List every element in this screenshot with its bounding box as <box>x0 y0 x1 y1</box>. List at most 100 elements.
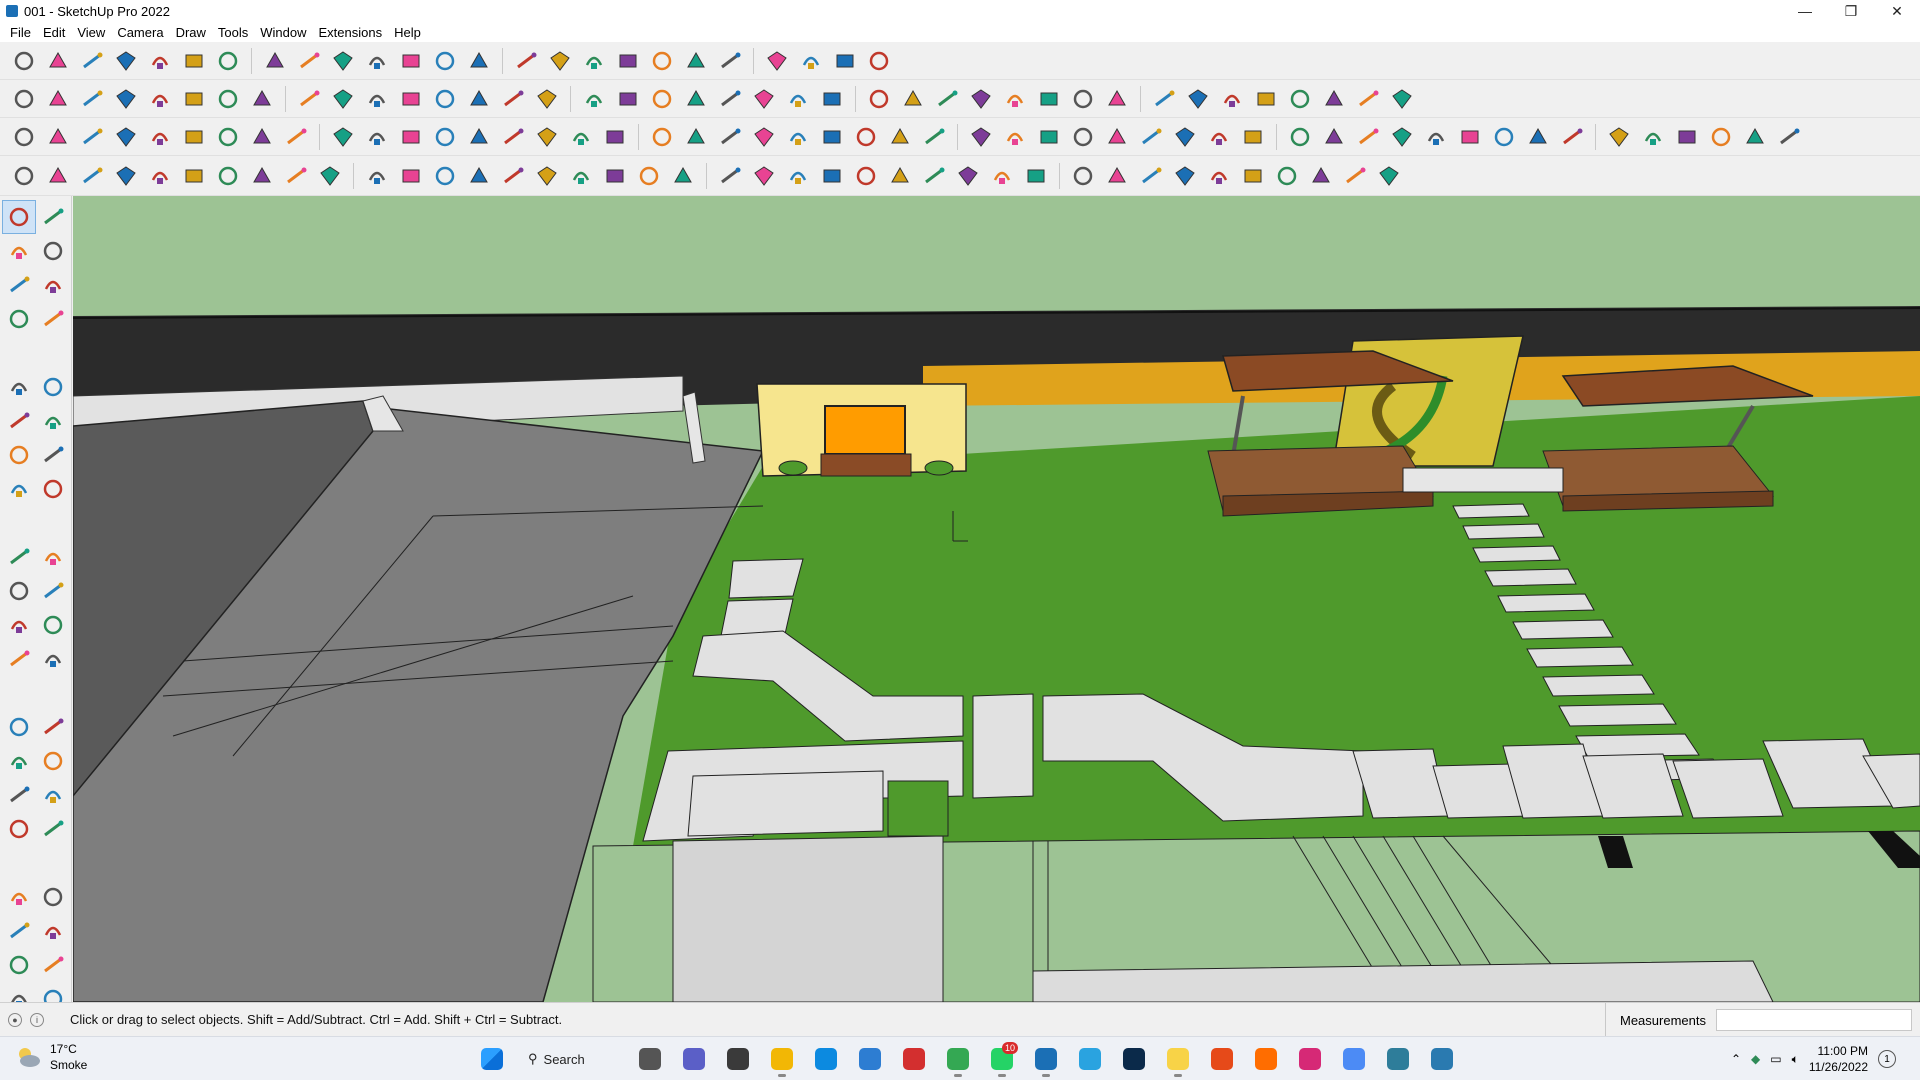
scale-icon[interactable] <box>363 47 391 75</box>
task-view-icon[interactable] <box>632 1041 668 1077</box>
volume-icon[interactable]: 🔈︎ <box>1792 1052 1799 1067</box>
curve-15-icon[interactable] <box>1456 123 1484 151</box>
plugin-20-icon[interactable] <box>669 162 697 190</box>
box-iso-icon[interactable] <box>44 85 72 113</box>
plugin-10-icon[interactable] <box>316 162 344 190</box>
notifications-icon[interactable]: 1 <box>1878 1050 1896 1068</box>
plugin-14-icon[interactable] <box>465 162 493 190</box>
curve-1-icon[interactable] <box>967 123 995 151</box>
plugin-6-icon[interactable] <box>180 162 208 190</box>
extension-icon[interactable] <box>831 47 859 75</box>
box-right-icon[interactable] <box>146 85 174 113</box>
tray-chevron-icon[interactable]: ⌃ <box>1731 1052 1741 1066</box>
two-point-arc-tool-icon[interactable] <box>36 438 70 472</box>
sticky-notes-icon[interactable] <box>1160 1041 1196 1077</box>
curve-17-icon[interactable] <box>1524 123 1552 151</box>
box-back-icon[interactable] <box>180 85 208 113</box>
curve-14-icon[interactable] <box>1422 123 1450 151</box>
teams-icon[interactable] <box>676 1041 712 1077</box>
solid-9-icon[interactable] <box>533 123 561 151</box>
stamp-icon[interactable] <box>1388 85 1416 113</box>
solid-10-icon[interactable] <box>567 123 595 151</box>
eraser-tool-icon[interactable] <box>36 234 70 268</box>
plugin-38-icon[interactable] <box>1307 162 1335 190</box>
plugin-17-icon[interactable] <box>567 162 595 190</box>
geo-2-icon[interactable] <box>78 123 106 151</box>
shape-2-icon[interactable] <box>682 85 710 113</box>
taskbar-search[interactable]: ⚲ Search <box>518 1042 624 1076</box>
plugin-33-icon[interactable] <box>1137 162 1165 190</box>
zoom-extents-icon[interactable] <box>614 47 642 75</box>
menu-edit[interactable]: Edit <box>37 25 71 40</box>
pan-nav-icon[interactable] <box>36 778 70 812</box>
info-icon[interactable]: i <box>30 1012 44 1027</box>
plugin-18-icon[interactable] <box>601 162 629 190</box>
eraser-icon[interactable] <box>78 47 106 75</box>
plugin-21-icon[interactable] <box>716 162 744 190</box>
shape-9-icon[interactable] <box>933 85 961 113</box>
mono-icon[interactable] <box>431 85 459 113</box>
plugin-29-icon[interactable] <box>988 162 1016 190</box>
scale-tool-icon[interactable] <box>2 608 36 642</box>
close-button[interactable]: ✕ <box>1874 0 1920 22</box>
shape-10-icon[interactable] <box>967 85 995 113</box>
arc-tool-icon[interactable] <box>2 438 36 472</box>
curve-13-icon[interactable] <box>1388 123 1416 151</box>
xbox-icon[interactable] <box>1424 1041 1460 1077</box>
sketchup-icon[interactable] <box>1028 1041 1064 1077</box>
shape-3-icon[interactable] <box>716 85 744 113</box>
opera-icon[interactable] <box>896 1041 932 1077</box>
model-viewport[interactable] <box>73 196 1920 1002</box>
shape-6-icon[interactable] <box>818 85 846 113</box>
line-icon[interactable] <box>112 47 140 75</box>
geolocation-icon[interactable]: ● <box>8 1012 22 1027</box>
views-icon[interactable] <box>10 85 38 113</box>
pencil-red-icon[interactable] <box>614 85 642 113</box>
scenes-icon[interactable] <box>763 47 791 75</box>
menu-draw[interactable]: Draw <box>170 25 212 40</box>
paint-bucket-icon[interactable] <box>465 47 493 75</box>
calculator-icon[interactable] <box>720 1041 756 1077</box>
plugin-7-icon[interactable] <box>214 162 242 190</box>
plugin-11-icon[interactable] <box>363 162 391 190</box>
plugin-28-icon[interactable] <box>954 162 982 190</box>
solid-20-icon[interactable] <box>920 123 948 151</box>
solid-17-icon[interactable] <box>818 123 846 151</box>
shape-5-icon[interactable] <box>784 85 812 113</box>
geo-4-icon[interactable] <box>146 123 174 151</box>
clock[interactable]: 11:00 PM 11/26/2022 <box>1809 1043 1868 1075</box>
circle-tool-icon[interactable] <box>2 404 36 438</box>
shaded-icon[interactable] <box>363 85 391 113</box>
curve-5-icon[interactable] <box>1103 123 1131 151</box>
plugin-12-icon[interactable] <box>397 162 425 190</box>
curve-7-icon[interactable] <box>1171 123 1199 151</box>
eraser-pink-icon[interactable] <box>1035 85 1063 113</box>
plugin-15-icon[interactable] <box>499 162 527 190</box>
zoom-window-icon[interactable] <box>36 812 70 846</box>
solid-8-icon[interactable] <box>499 123 527 151</box>
sandbox-5-icon[interactable] <box>1218 85 1246 113</box>
store-icon[interactable] <box>852 1041 888 1077</box>
photoshop-icon[interactable] <box>1116 1041 1152 1077</box>
styles-icon[interactable] <box>682 47 710 75</box>
solid-6-icon[interactable] <box>431 123 459 151</box>
curve-24-icon[interactable] <box>1775 123 1803 151</box>
section-plane-tool-icon[interactable] <box>36 948 70 982</box>
select-icon[interactable] <box>44 47 72 75</box>
menu-camera[interactable]: Camera <box>111 25 169 40</box>
textured-icon[interactable] <box>397 85 425 113</box>
plugin-1-icon[interactable] <box>10 162 38 190</box>
solid-16-icon[interactable] <box>784 123 812 151</box>
instagram-icon[interactable] <box>1292 1041 1328 1077</box>
photos-icon[interactable] <box>1336 1041 1372 1077</box>
polygon-tool-icon[interactable] <box>36 404 70 438</box>
look-around-icon[interactable] <box>36 914 70 948</box>
curve-19-icon[interactable] <box>1605 123 1633 151</box>
solid-1-icon[interactable] <box>248 123 276 151</box>
move-tool-icon[interactable] <box>2 540 36 574</box>
menu-help[interactable]: Help <box>388 25 427 40</box>
plugin-35-icon[interactable] <box>1205 162 1233 190</box>
minimize-button[interactable]: — <box>1782 0 1828 22</box>
curve-23-icon[interactable] <box>1741 123 1769 151</box>
axes-tool-icon[interactable] <box>2 744 36 778</box>
